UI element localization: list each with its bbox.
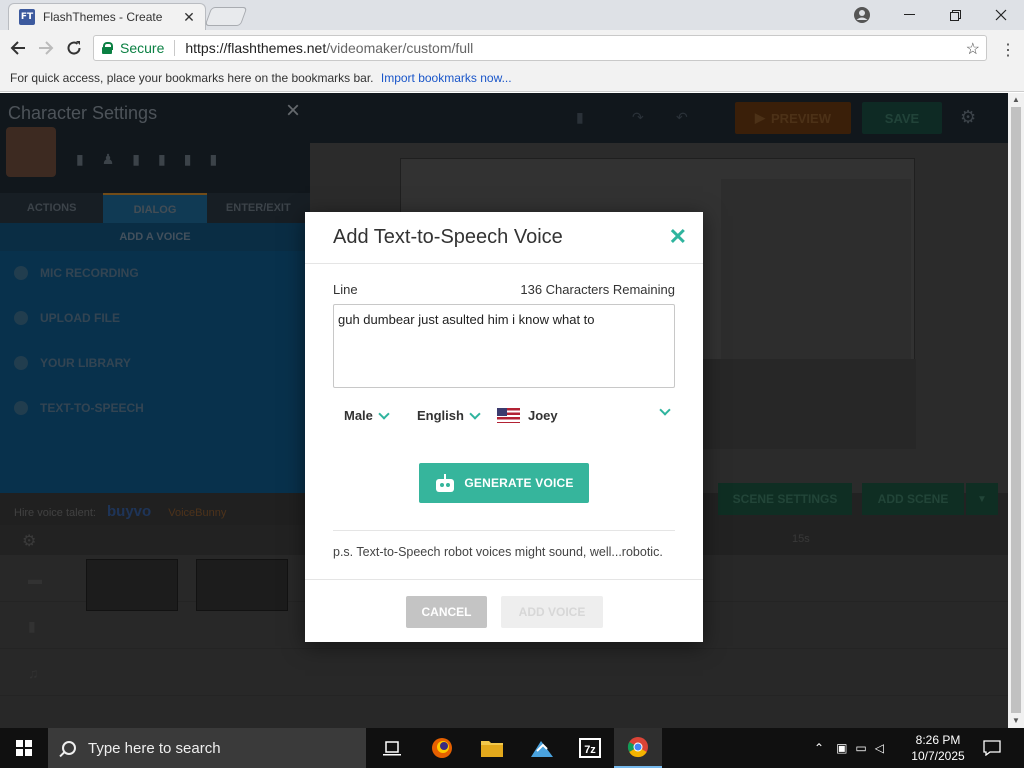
address-bar[interactable]: Secure https://flashthemes.net/videomake…: [93, 35, 987, 61]
voice-value: Joey: [528, 408, 558, 423]
language-value: English: [417, 408, 464, 423]
chevron-down-icon: [378, 407, 390, 420]
system-clock[interactable]: 8:26 PM 10/7/2025: [898, 732, 978, 764]
volume-muted-icon[interactable]: ◁: [875, 741, 884, 755]
bookmarks-prompt: For quick access, place your bookmarks h…: [10, 71, 374, 85]
line-textarea[interactable]: guh dumbear just asulted him i know what…: [333, 304, 675, 388]
modal-footer: CANCEL ADD VOICE: [305, 579, 703, 642]
robot-icon: [434, 474, 456, 492]
tts-modal: Add Text-to-Speech Voice ✕ Line 136 Char…: [305, 212, 703, 642]
browser-toolbar: Secure https://flashthemes.net/videomake…: [0, 30, 1024, 65]
secure-label: Secure: [120, 40, 165, 56]
url-path: /videomaker/custom/full: [326, 40, 474, 56]
browser-tab[interactable]: FT FlashThemes - Create ✕: [8, 3, 206, 30]
scroll-down-icon[interactable]: ▼: [1008, 714, 1024, 728]
minimize-icon[interactable]: [886, 0, 932, 30]
line-label: Line: [333, 282, 358, 297]
windows-icon: [16, 740, 32, 756]
voice-options: Male English Joey: [333, 404, 675, 429]
forward-icon[interactable]: [34, 36, 58, 60]
language-select[interactable]: English: [417, 407, 481, 423]
cancel-button[interactable]: CANCEL: [406, 596, 487, 628]
search-placeholder: Type here to search: [88, 739, 221, 757]
us-flag-icon: [497, 408, 520, 423]
tab-title: FlashThemes - Create: [43, 10, 163, 24]
import-bookmarks-link[interactable]: Import bookmarks now...: [381, 71, 512, 85]
chrome-icon[interactable]: [614, 728, 662, 768]
start-button[interactable]: [0, 728, 48, 768]
task-view-icon[interactable]: [368, 728, 416, 768]
system-tray: ⌃ ▣ ▭ ◁: [814, 728, 884, 768]
firefox-icon[interactable]: [418, 728, 466, 768]
browser-menu-icon[interactable]: ⋮: [1000, 40, 1016, 60]
scroll-up-icon[interactable]: ▲: [1008, 93, 1024, 107]
close-icon[interactable]: ✕: [669, 224, 687, 250]
chevron-down-icon: [469, 407, 481, 420]
taskbar: Type here to search 7z ⌃ ▣ ▭ ◁ 8:26 PM 1…: [0, 728, 1024, 768]
close-window-icon[interactable]: [978, 0, 1024, 30]
gender-select[interactable]: Male: [344, 407, 390, 423]
bookmark-star-icon[interactable]: ☆: [966, 39, 980, 59]
browser-tab-bar: FT FlashThemes - Create ✕: [0, 0, 1024, 30]
add-voice-button[interactable]: ADD VOICE: [501, 596, 603, 628]
paint-app-icon[interactable]: [518, 728, 566, 768]
lock-icon: [102, 42, 113, 54]
taskbar-search[interactable]: Type here to search: [48, 728, 366, 768]
generate-voice-label: GENERATE VOICE: [464, 476, 574, 490]
voice-select[interactable]: Joey: [497, 408, 675, 423]
scrollbar-thumb[interactable]: [1011, 107, 1021, 713]
new-tab-button[interactable]: [204, 7, 248, 26]
gender-value: Male: [344, 408, 373, 423]
flashthemes-favicon-icon: FT: [19, 9, 35, 25]
search-icon: [62, 741, 76, 755]
page-scrollbar[interactable]: ▲ ▼: [1008, 93, 1024, 728]
file-explorer-icon[interactable]: [468, 728, 516, 768]
bookmarks-bar: For quick access, place your bookmarks h…: [0, 65, 1024, 92]
restore-icon[interactable]: [932, 0, 978, 30]
reload-icon[interactable]: [62, 36, 86, 60]
clock-time: 8:26 PM: [915, 733, 961, 747]
clock-date: 10/7/2025: [911, 749, 965, 763]
modal-header: Add Text-to-Speech Voice ✕: [305, 212, 703, 264]
url-divider: [174, 40, 176, 56]
network-icon[interactable]: ▭: [855, 741, 866, 755]
profile-icon[interactable]: [852, 5, 872, 25]
svg-text:7z: 7z: [584, 744, 596, 756]
url-host: https://flashthemes.net: [185, 40, 327, 56]
7zip-icon[interactable]: 7z: [566, 728, 614, 768]
robot-voice-note: p.s. Text-to-Speech robot voices might s…: [333, 545, 663, 559]
generate-voice-button[interactable]: GENERATE VOICE: [419, 463, 589, 503]
modal-divider: [333, 530, 675, 531]
tab-close-icon[interactable]: ✕: [179, 9, 199, 26]
line-label-row: Line 136 Characters Remaining: [333, 282, 675, 297]
network-warning-icon[interactable]: ▣: [836, 741, 847, 755]
notifications-icon[interactable]: [970, 728, 1014, 768]
show-hidden-icons-icon[interactable]: ⌃: [814, 741, 824, 755]
characters-remaining: 136 Characters Remaining: [520, 282, 675, 297]
modal-title: Add Text-to-Speech Voice: [333, 226, 563, 248]
back-icon[interactable]: [6, 36, 30, 60]
